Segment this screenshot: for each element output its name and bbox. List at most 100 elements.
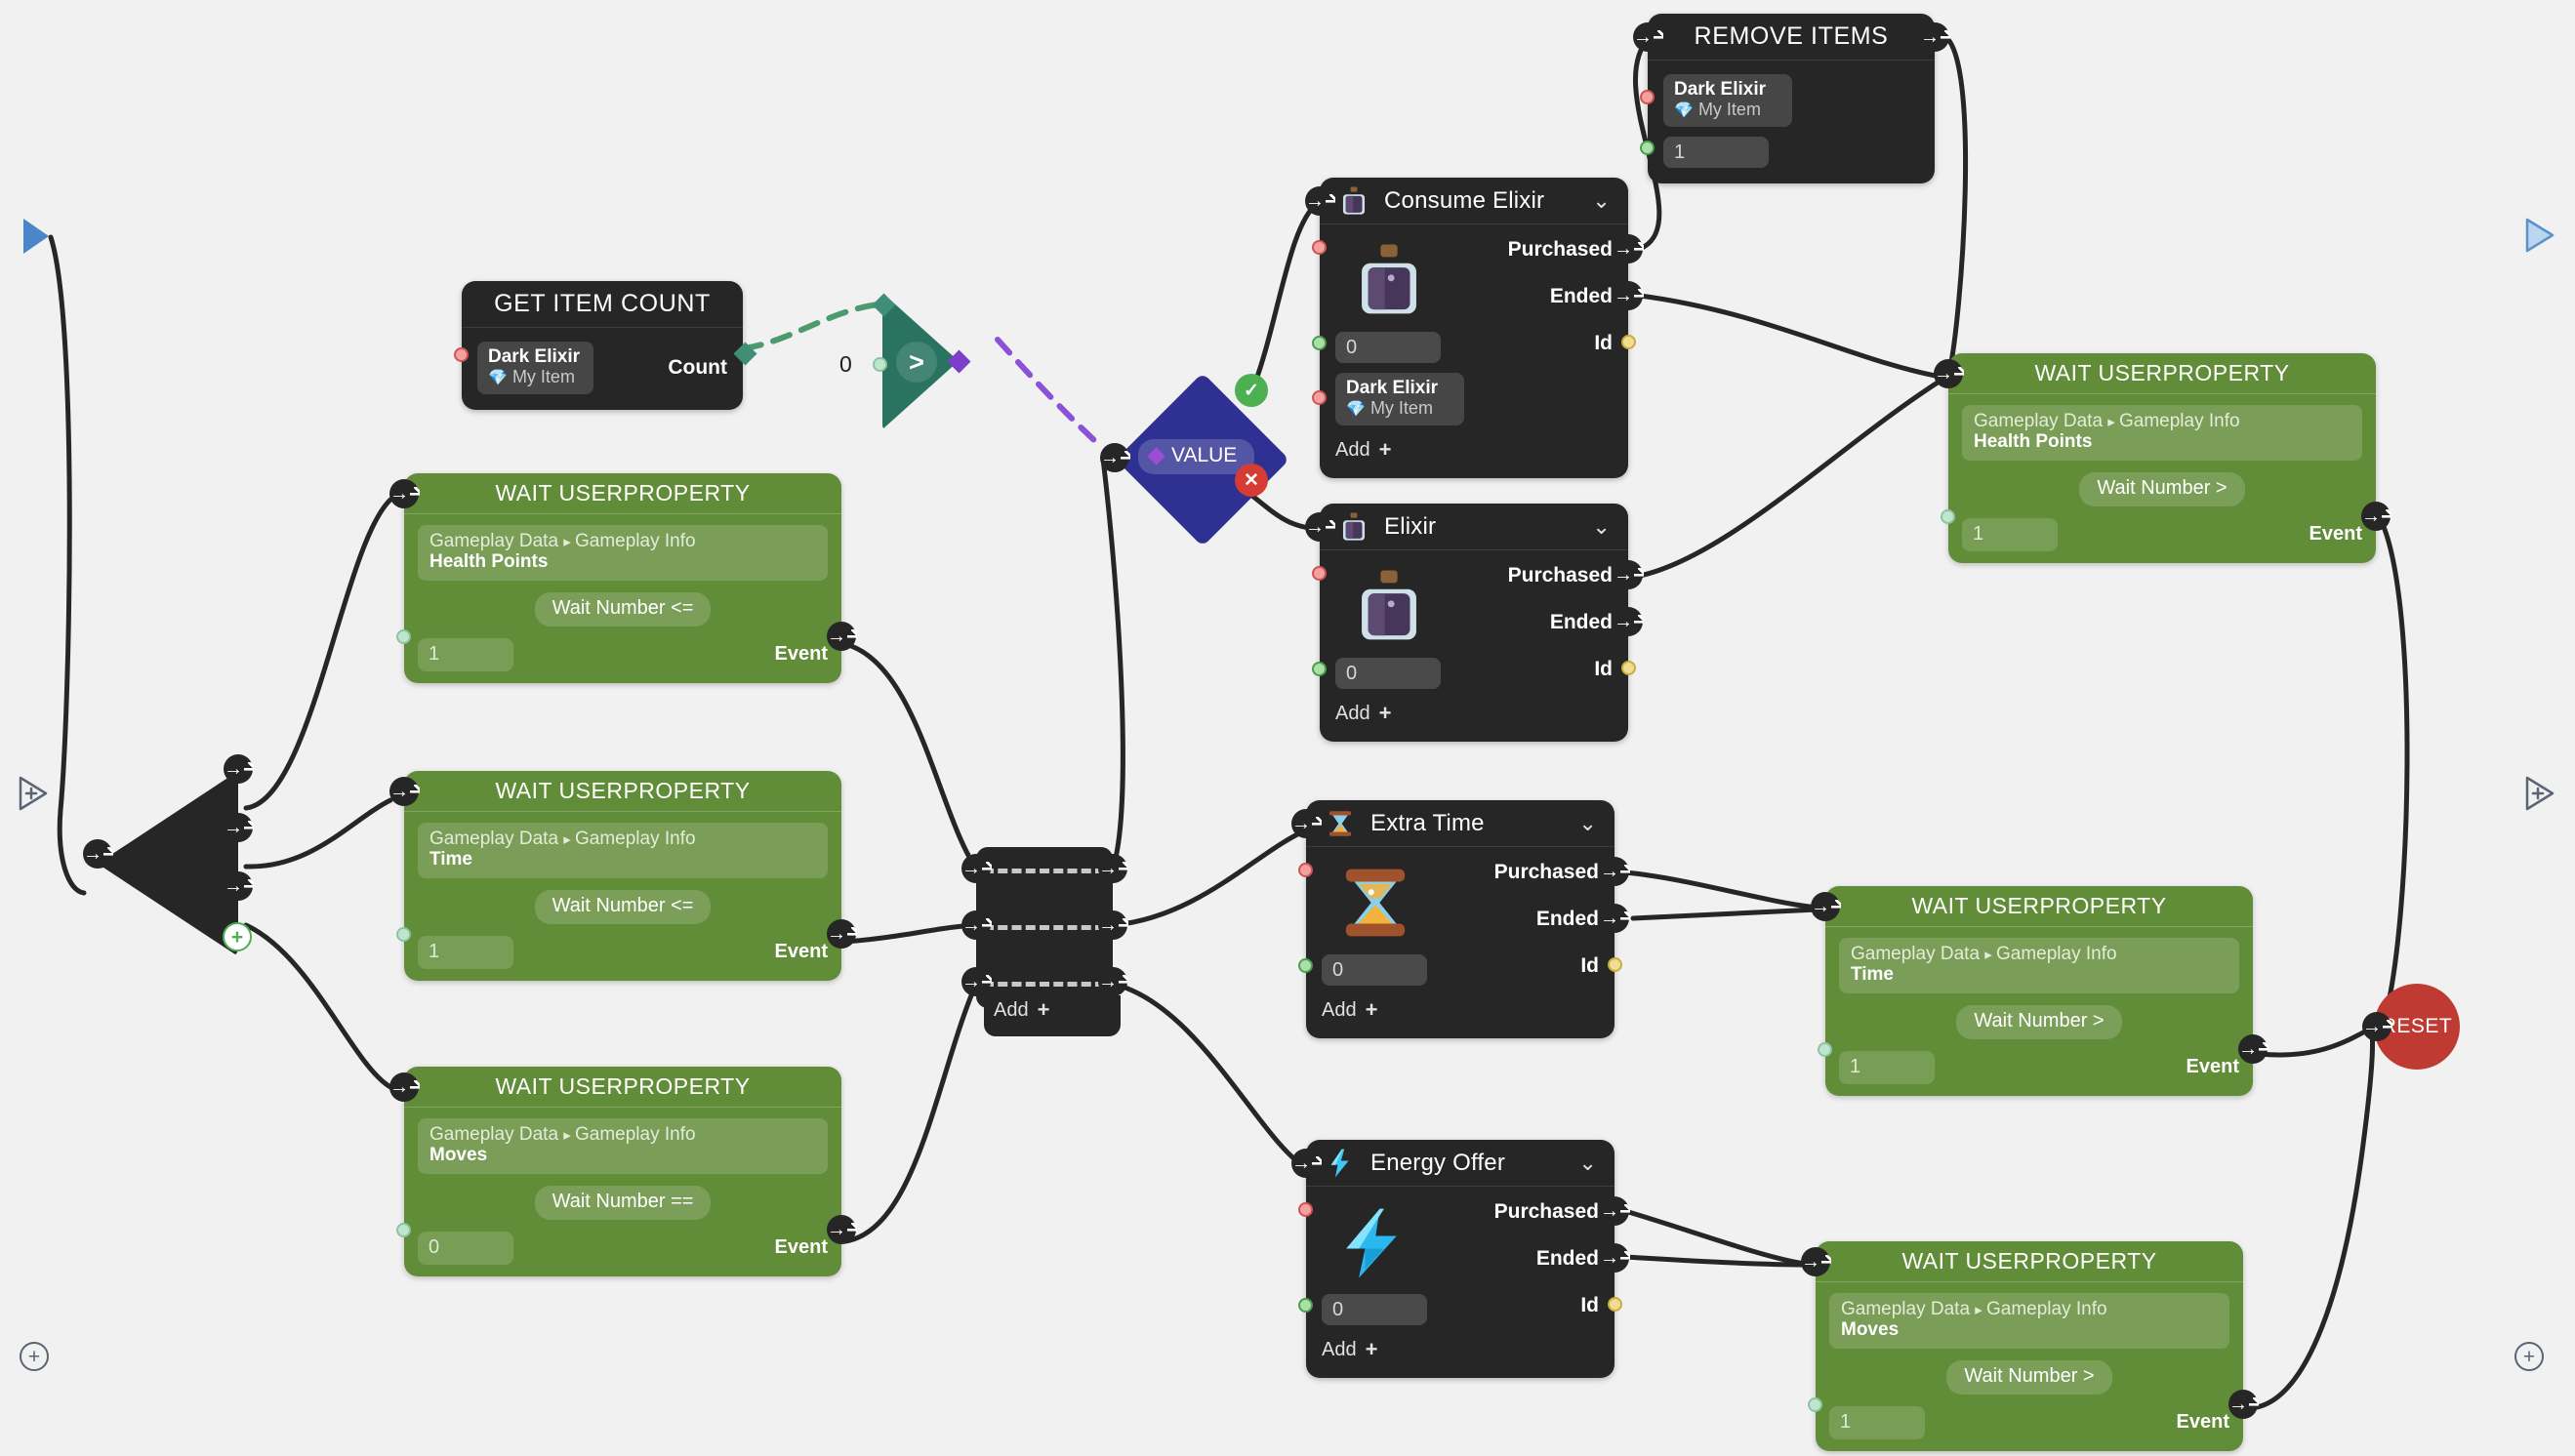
energy-offer-id-input[interactable]: 0 bbox=[1322, 1294, 1427, 1325]
wait-health-left-event-port[interactable]: → bbox=[827, 622, 856, 651]
graph-canvas[interactable]: + + → → → → + GET ITEM COUNT Dark Elixir… bbox=[0, 0, 2575, 1456]
elixir-id-input[interactable]: 0 bbox=[1335, 658, 1441, 689]
wait-health-right-operator[interactable]: Wait Number > bbox=[2079, 471, 2245, 506]
extra-time-add-button[interactable]: Add + bbox=[1322, 997, 1599, 1023]
canvas-right-entry-marker[interactable] bbox=[2524, 217, 2555, 254]
wait-moves-right-property-selector[interactable]: Gameplay Data ▸ Gameplay Info Moves bbox=[1829, 1293, 2229, 1349]
merge-output-port-2[interactable]: → bbox=[1098, 910, 1127, 940]
node-elixir[interactable]: Elixir ⌄ 0 Add + Purchased Ended Id → → bbox=[1305, 504, 1643, 742]
get-item-count-item-input-dot[interactable] bbox=[454, 347, 469, 362]
splitter-output-port-2[interactable]: → bbox=[224, 813, 253, 842]
chevron-down-icon[interactable]: ⌄ bbox=[1592, 514, 1611, 540]
extra-time-id-input[interactable]: 0 bbox=[1322, 954, 1427, 986]
consume-elixir-item-chip[interactable]: Dark Elixir 💎 My Item bbox=[1335, 373, 1464, 426]
canvas-left-entry-marker[interactable] bbox=[23, 219, 49, 254]
chevron-down-icon[interactable]: ⌄ bbox=[1578, 1151, 1597, 1176]
remove-items-quantity-input-dot[interactable] bbox=[1640, 141, 1655, 155]
elixir-input-port[interactable]: → bbox=[1305, 512, 1334, 542]
node-wait-userproperty-moves-left[interactable]: WAIT USERPROPERTY Gameplay Data ▸ Gamepl… bbox=[389, 1067, 856, 1276]
compare-output-diamond[interactable] bbox=[947, 349, 971, 374]
energy-offer-input-port[interactable]: → bbox=[1291, 1149, 1321, 1178]
elixir-ended-port[interactable]: → bbox=[1614, 607, 1643, 636]
energy-offer-add-button[interactable]: Add + bbox=[1322, 1337, 1599, 1362]
merge-input-port-2[interactable]: → bbox=[961, 910, 991, 940]
wait-moves-left-event-port[interactable]: → bbox=[827, 1215, 856, 1244]
wait-health-left-value-input[interactable]: 1 bbox=[418, 637, 513, 671]
merge-output-port-1[interactable]: → bbox=[1098, 854, 1127, 883]
node-wait-userproperty-health-left[interactable]: WAIT USERPROPERTY Gameplay Data ▸ Gamepl… bbox=[389, 473, 856, 683]
splitter-input-port[interactable]: → bbox=[83, 839, 112, 869]
value-input-port[interactable]: → bbox=[1100, 443, 1129, 472]
extra-time-ended-port[interactable]: → bbox=[1600, 904, 1629, 933]
node-extra-time[interactable]: Extra Time ⌄ 0 Add + Purchased Ended Id bbox=[1291, 800, 1629, 1038]
energy-offer-purchased-port[interactable]: → bbox=[1600, 1196, 1629, 1226]
cross-icon[interactable]: ✕ bbox=[1235, 464, 1268, 497]
node-compare-greater-than[interactable]: > bbox=[872, 293, 971, 429]
consume-elixir-id-output-dot[interactable] bbox=[1621, 335, 1636, 349]
node-wait-userproperty-time-right[interactable]: WAIT USERPROPERTY Gameplay Data ▸ Gamepl… bbox=[1811, 886, 2268, 1096]
merge-add-button[interactable]: Add + bbox=[994, 997, 1049, 1023]
canvas-left-add-marker[interactable] bbox=[18, 775, 49, 812]
remove-items-output-port[interactable]: → bbox=[1920, 22, 1949, 52]
node-reset[interactable]: RESET → bbox=[2352, 976, 2470, 1083]
wait-moves-right-operator[interactable]: Wait Number > bbox=[1946, 1359, 2112, 1395]
node-energy-offer[interactable]: Energy Offer ⌄ 0 Add + Purchased Ended I… bbox=[1291, 1140, 1629, 1378]
flow-splitter-node[interactable]: → → → → + bbox=[83, 754, 253, 958]
node-consume-elixir[interactable]: Consume Elixir ⌄ 0 Dark Elixir 💎 My Item… bbox=[1305, 178, 1643, 479]
wait-time-right-value-input[interactable]: 1 bbox=[1839, 1050, 1935, 1084]
extra-time-id-output-dot[interactable] bbox=[1608, 957, 1622, 972]
wait-time-left-input-port[interactable]: → bbox=[389, 777, 419, 806]
wait-health-left-operator[interactable]: Wait Number <= bbox=[534, 591, 712, 627]
energy-offer-id-output-dot[interactable] bbox=[1608, 1297, 1622, 1312]
canvas-bottom-right-add-button[interactable]: + bbox=[2514, 1342, 2544, 1371]
node-wait-userproperty-time-left[interactable]: WAIT USERPROPERTY Gameplay Data ▸ Gamepl… bbox=[389, 771, 856, 981]
canvas-right-add-marker[interactable] bbox=[2524, 775, 2555, 812]
wait-moves-left-input-port[interactable]: → bbox=[389, 1072, 419, 1102]
wait-moves-right-value-input[interactable]: 1 bbox=[1829, 1405, 1925, 1439]
splitter-add-output-button[interactable]: + bbox=[223, 922, 252, 951]
node-remove-items[interactable]: REMOVE ITEMS Dark Elixir 💎 My Item 1 → → bbox=[1633, 14, 1949, 184]
wait-time-right-event-port[interactable]: → bbox=[2238, 1034, 2268, 1064]
check-icon[interactable]: ✓ bbox=[1235, 374, 1268, 407]
wait-health-right-event-port[interactable]: → bbox=[2361, 502, 2391, 531]
wait-moves-left-value-input[interactable]: 0 bbox=[418, 1231, 513, 1265]
consume-elixir-ended-port[interactable]: → bbox=[1614, 281, 1643, 310]
wait-moves-right-input-port[interactable]: → bbox=[1801, 1247, 1830, 1276]
consume-elixir-add-button[interactable]: Add + bbox=[1335, 437, 1613, 463]
wait-time-left-property-selector[interactable]: Gameplay Data ▸ Gameplay Info Time bbox=[418, 823, 828, 878]
extra-time-purchased-port[interactable]: → bbox=[1600, 857, 1629, 886]
node-wait-userproperty-moves-right[interactable]: WAIT USERPROPERTY Gameplay Data ▸ Gamepl… bbox=[1801, 1241, 2258, 1451]
wait-moves-left-operator[interactable]: Wait Number == bbox=[534, 1185, 712, 1220]
energy-offer-id-input-dot[interactable] bbox=[1298, 1298, 1313, 1313]
merge-output-port-3[interactable]: → bbox=[1098, 967, 1127, 996]
remove-items-input-port[interactable]: → bbox=[1633, 22, 1662, 52]
elixir-add-button[interactable]: Add + bbox=[1335, 701, 1613, 726]
chevron-down-icon[interactable]: ⌄ bbox=[1592, 188, 1611, 214]
reset-input-port[interactable]: → bbox=[2362, 1012, 2391, 1041]
elixir-id-output-dot[interactable] bbox=[1621, 661, 1636, 675]
elixir-id-input-dot[interactable] bbox=[1312, 662, 1327, 676]
wait-health-left-property-selector[interactable]: Gameplay Data ▸ Gameplay Info Health Poi… bbox=[418, 525, 828, 581]
compare-input-b-dot[interactable] bbox=[873, 357, 887, 372]
remove-items-quantity-input[interactable]: 1 bbox=[1663, 137, 1769, 169]
wait-time-right-value-dot[interactable] bbox=[1818, 1042, 1832, 1057]
get-item-count-item-chip[interactable]: Dark Elixir 💎 My Item bbox=[477, 342, 593, 395]
consume-elixir-purchased-port[interactable]: → bbox=[1614, 234, 1643, 263]
extra-time-trigger-dot[interactable] bbox=[1298, 863, 1313, 877]
energy-offer-trigger-dot[interactable] bbox=[1298, 1202, 1313, 1217]
wait-health-right-value-dot[interactable] bbox=[1941, 509, 1955, 524]
extra-time-input-port[interactable]: → bbox=[1291, 809, 1321, 838]
elixir-purchased-port[interactable]: → bbox=[1614, 560, 1643, 589]
wait-time-left-value-input[interactable]: 1 bbox=[418, 935, 513, 969]
canvas-bottom-left-add-button[interactable]: + bbox=[20, 1342, 49, 1371]
energy-offer-ended-port[interactable]: → bbox=[1600, 1243, 1629, 1273]
wait-time-left-operator[interactable]: Wait Number <= bbox=[534, 889, 712, 924]
consume-elixir-trigger-dot[interactable] bbox=[1312, 240, 1327, 255]
consume-elixir-item-input-dot[interactable] bbox=[1312, 390, 1327, 405]
consume-elixir-id-input-dot[interactable] bbox=[1312, 336, 1327, 350]
node-get-item-count[interactable]: GET ITEM COUNT Dark Elixir 💎 My Item Cou… bbox=[454, 281, 757, 411]
wait-health-right-value-input[interactable]: 1 bbox=[1962, 517, 2058, 551]
wait-time-right-property-selector[interactable]: Gameplay Data ▸ Gameplay Info Time bbox=[1839, 938, 2239, 993]
wait-health-left-input-port[interactable]: → bbox=[389, 479, 419, 508]
merge-input-port-3[interactable]: → bbox=[961, 967, 991, 996]
